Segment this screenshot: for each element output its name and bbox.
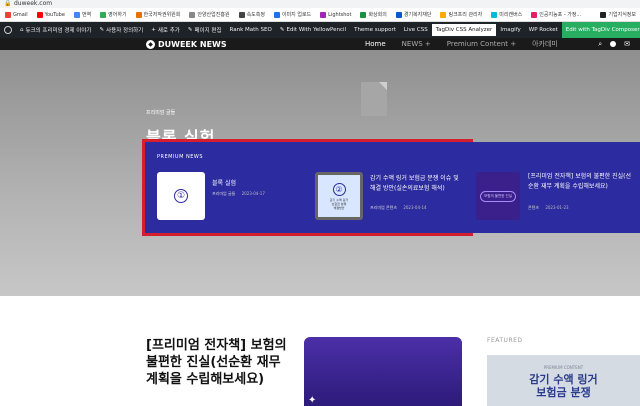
search-icon[interactable]: ⌕ bbox=[598, 40, 602, 49]
site-header: ◆ DUWEEK NEWS Home NEWS + Premium Conten… bbox=[0, 38, 640, 50]
admin-live-css[interactable]: Live CSS bbox=[400, 22, 432, 38]
bookmark-icon bbox=[320, 11, 327, 18]
bookmarks-bar: Gmail YouTube 번역 영어하기 한국저작권위원회 안양산업진흥원 속… bbox=[0, 8, 640, 22]
premium-item-2-date: 2023-04-14 bbox=[403, 205, 427, 210]
bookmark-icon bbox=[135, 11, 142, 18]
bookmark-icon bbox=[600, 11, 607, 18]
admin-new[interactable]: + 새로 추가 bbox=[147, 22, 184, 38]
bookmark-icon bbox=[491, 11, 498, 18]
bookmark-gmail[interactable]: Gmail bbox=[5, 11, 28, 18]
wp-logo-button[interactable] bbox=[0, 22, 16, 38]
translate-icon bbox=[73, 11, 80, 18]
bookmark-icon bbox=[100, 11, 107, 18]
sparkle-icon: ✦ bbox=[308, 395, 317, 406]
featured-label: FEATURED bbox=[487, 337, 523, 344]
premium-item-3-title[interactable]: [프리미엄 전자책] 보험의 불편한 진실(선순환 재무 계획을 수립해보세요) bbox=[528, 172, 636, 192]
bookmark-speedtest[interactable]: 속도측정 bbox=[238, 11, 265, 18]
nav-academy[interactable]: 아카데미 bbox=[532, 39, 558, 49]
plus-icon: + bbox=[151, 27, 156, 33]
admin-rankmath[interactable]: Rank Math SEO bbox=[226, 22, 276, 38]
bookmark-icon bbox=[273, 11, 280, 18]
bookmark-linkfree[interactable]: 링크프리 관리자 bbox=[440, 11, 482, 18]
number-one-icon: ① bbox=[174, 189, 188, 203]
youtube-icon bbox=[36, 11, 43, 18]
premium-item-1-category[interactable]: 프리미엄 글들 bbox=[212, 191, 235, 196]
bookmark-image-upload[interactable]: 이미지 업로드 bbox=[273, 11, 311, 18]
home-icon: ⌂ bbox=[20, 27, 24, 33]
lock-icon: 🔒 bbox=[4, 0, 12, 7]
featured-card-kicker: PREMIUM CONTENT bbox=[543, 365, 584, 370]
admin-imagify[interactable]: Imagify bbox=[496, 22, 524, 38]
header-icons: ⌕ ✉ bbox=[598, 38, 630, 50]
logo-icon: ◆ bbox=[146, 39, 155, 49]
article-title[interactable]: [프리미엄 전자책] 보험의 불편한 진실(선순환 재무 계획을 수립해보세요) bbox=[146, 337, 294, 388]
main-nav: Home NEWS + Premium Content + 아카데미 bbox=[365, 38, 558, 50]
article-image[interactable]: ✦ bbox=[304, 337, 462, 406]
premium-item-3-date: 2023-01-23 bbox=[545, 205, 569, 210]
premium-news-box: PREMIUM NEWS ① 블록 실험 프리미엄 글들 2023-04-17 … bbox=[142, 139, 473, 236]
premium-item-3-meta: 콘텐츠 2023-01-23 bbox=[528, 205, 569, 211]
admin-edit-page[interactable]: ✎ 페이지 편집 bbox=[184, 22, 226, 38]
brush-icon: ✎ bbox=[99, 27, 105, 33]
featured-card-title: 감기 수액 링거 보험금 분쟁 bbox=[529, 373, 598, 399]
premium-item-1-meta: 프리미엄 글들 2023-04-17 bbox=[212, 191, 265, 197]
dark-mode-icon[interactable] bbox=[610, 41, 617, 47]
nav-premium-content[interactable]: Premium Content + bbox=[447, 40, 516, 48]
admin-theme-support[interactable]: Theme support bbox=[350, 22, 400, 38]
premium-news-overflow: 보험의 불편한 진실 [프리미엄 전자책] 보험의 불편한 진실(선순환 재무 … bbox=[470, 142, 640, 233]
admin-site-name[interactable]: ⌂ 듀크의 프리미엄 경제 이야기 bbox=[16, 22, 95, 38]
bookmark-icon bbox=[360, 11, 367, 18]
mail-icon[interactable]: ✉ bbox=[624, 40, 630, 48]
bookmark-miricanvas[interactable]: 미리캔버스 bbox=[491, 11, 522, 18]
nav-home[interactable]: Home bbox=[365, 40, 386, 48]
featured-card[interactable]: PREMIUM CONTENT 감기 수액 링거 보험금 분쟁 bbox=[487, 355, 640, 406]
bookmark-ai[interactable]: 인공지능포 - 가정... bbox=[531, 11, 581, 18]
premium-item-2-thumbnail[interactable]: ② 감기 수액 링거 보험금 분쟁 해결방안 bbox=[315, 172, 363, 220]
premium-item-1-date: 2023-04-17 bbox=[241, 191, 265, 196]
number-two-icon: ② bbox=[332, 182, 346, 196]
premium-item-3-category[interactable]: 콘텐츠 bbox=[528, 205, 539, 210]
document-placeholder-icon bbox=[361, 82, 387, 116]
bookmark-icon bbox=[531, 11, 538, 18]
url-text[interactable]: duweek.com bbox=[14, 0, 52, 8]
bookmark-translate[interactable]: 번역 bbox=[73, 11, 91, 18]
page-hero: 프리미엄 글들 블록 실험 PREMIUM NEWS ① 블록 실험 프리미엄 … bbox=[0, 50, 640, 296]
gmail-icon bbox=[5, 11, 11, 18]
nav-news[interactable]: NEWS + bbox=[402, 40, 431, 48]
premium-item-2-category[interactable]: 프리미엄 콘텐츠 bbox=[370, 205, 397, 210]
thumbnail-caption: 보험의 불편한 진실 bbox=[480, 190, 516, 202]
admin-customize[interactable]: ✎ 사용자 정의하기 bbox=[95, 22, 147, 38]
premium-item-1-title[interactable]: 블록 실험 bbox=[212, 178, 236, 187]
premium-news-label: PREMIUM NEWS bbox=[157, 154, 204, 160]
premium-item-2-meta: 프리미엄 콘텐츠 2023-04-14 bbox=[370, 205, 427, 211]
premium-item-1-thumbnail[interactable]: ① bbox=[157, 172, 205, 220]
bookmark-icon bbox=[238, 11, 245, 18]
premium-item-3-thumbnail[interactable]: 보험의 불편한 진실 bbox=[476, 172, 520, 220]
premium-item-2-title[interactable]: 감기 수액 링거 보험금 분쟁 이슈 및 해결 방안(실손의료보험 해석) bbox=[370, 174, 466, 194]
bookmark-english[interactable]: 영어하기 bbox=[100, 11, 127, 18]
bookmark-copyright[interactable]: 한국저작권위원회 bbox=[135, 11, 180, 18]
admin-tagdiv-analyzer[interactable]: TagDiv CSS Analyzer bbox=[431, 24, 497, 36]
bookmark-welfare[interactable]: 경기복지재단 bbox=[395, 11, 431, 18]
pencil-icon: ✎ bbox=[187, 27, 193, 33]
site-logo[interactable]: ◆ DUWEEK NEWS bbox=[146, 38, 227, 50]
bookmark-icon bbox=[440, 11, 447, 18]
admin-yellowpencil[interactable]: ✎ Edit With YellowPencil bbox=[276, 22, 350, 38]
admin-tagdiv-composer[interactable]: Edit with TagDiv Composer bbox=[561, 22, 640, 38]
bookmark-lightshot[interactable]: Lightshot bbox=[320, 11, 351, 18]
bookmark-icon bbox=[395, 11, 402, 18]
thumbnail-image: ② 감기 수액 링거 보험금 분쟁 해결방안 bbox=[318, 175, 360, 217]
thumbnail-caption: 감기 수액 링거 보험금 분쟁 해결방안 bbox=[329, 197, 349, 210]
wp-admin-bar: ⌂ 듀크의 프리미엄 경제 이야기 ✎ 사용자 정의하기 + 새로 추가 ✎ 페이지 편… bbox=[0, 22, 640, 38]
hero-category[interactable]: 프리미엄 글들 bbox=[146, 109, 175, 116]
bookmark-video-meeting[interactable]: 화상회의 bbox=[360, 11, 387, 18]
admin-wprocket[interactable]: WP Rocket bbox=[525, 22, 562, 38]
bookmark-icon bbox=[189, 11, 196, 18]
pencil-icon: ✎ bbox=[279, 27, 285, 33]
bookmark-youtube[interactable]: YouTube bbox=[36, 11, 65, 18]
bookmark-anyang[interactable]: 안양산업진흥원 bbox=[189, 11, 230, 18]
wordpress-icon bbox=[4, 26, 12, 34]
bookmark-company-info[interactable]: 기업지식정보 bbox=[600, 11, 640, 18]
